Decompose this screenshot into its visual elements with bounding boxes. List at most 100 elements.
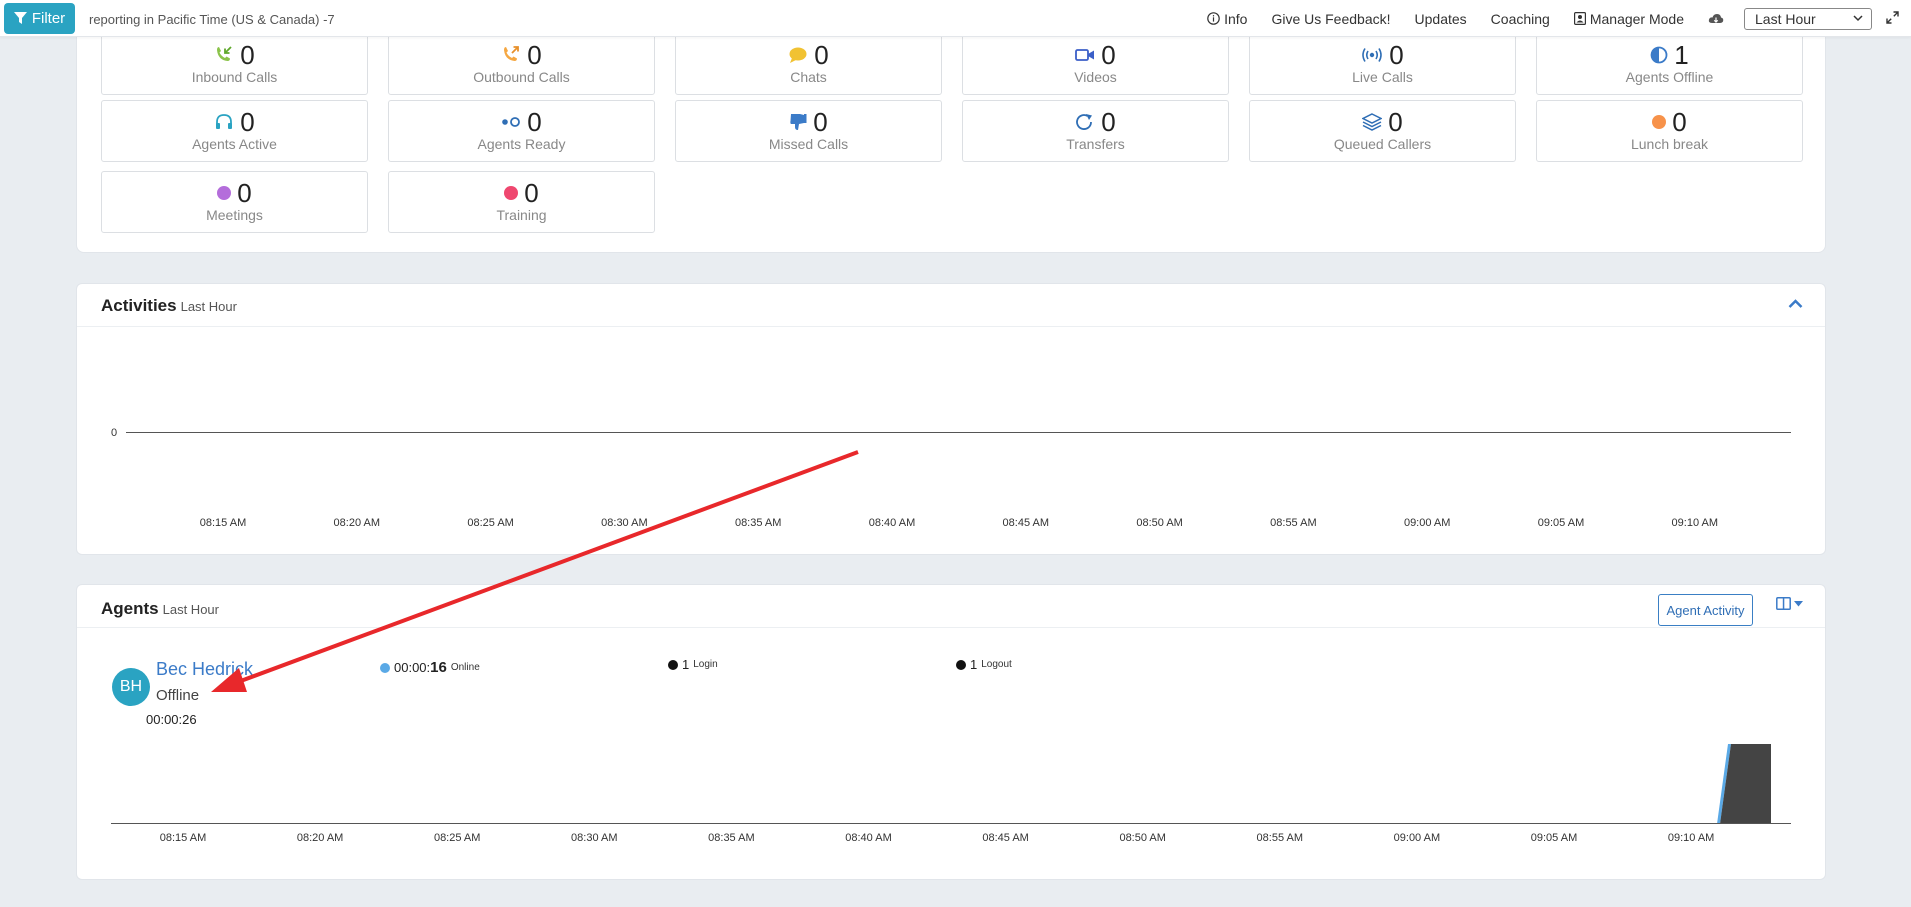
stat-card-lunch-break[interactable]: 0 Lunch break [1536,100,1803,162]
stat-card-chats[interactable]: 0 Chats [675,33,942,95]
x-axis-tick-label: 08:50 AM [1136,517,1183,529]
chevron-down-icon [1853,15,1863,22]
agents-title: Agents [101,599,159,618]
filter-label: Filter [31,10,66,27]
x-axis-tick-label: 08:50 AM [1119,832,1166,844]
x-axis-tick-label: 09:10 AM [1667,832,1715,844]
stat-card-meetings[interactable]: 0 Meetings [101,171,368,233]
x-axis-tick-label: 08:35 AM [708,832,755,844]
agents-header: Agents Last Hour [101,599,219,619]
stat-card-live-calls[interactable]: 0 Live Calls [1249,33,1516,95]
x-axis-tick-label: 09:05 AM [1537,517,1585,529]
stat-value: 1 [1674,40,1689,70]
x-axis-tick-label: 08:15 AM [159,832,207,844]
period-select[interactable]: Last Hour [1744,7,1872,30]
training-dot-icon [504,186,519,200]
online-dot-icon [380,662,390,673]
layers-icon [1362,113,1383,131]
filter-button[interactable]: Filter [4,3,75,34]
broadcast-icon [1362,48,1383,62]
legend-login: 1 Login [668,657,718,672]
stat-card-missed-calls[interactable]: 0 Missed Calls [675,100,942,162]
stat-card-agents-ready[interactable]: 0 Agents Ready [388,100,655,162]
outbound-call-icon [504,46,520,61]
stat-label: Missed Calls [768,136,849,152]
columns-toggle[interactable] [1776,597,1803,610]
legend-logout: 1 Logout [956,657,1012,672]
avatar[interactable]: BH [112,668,150,706]
activities-panel: Activities Last Hour 0 08:15 AM 08:20 AM 0… [76,283,1826,555]
stat-card-agents-active[interactable]: 0 Agents Active [101,100,368,162]
stat-card-agents-offline[interactable]: 1 Agents Offline [1536,33,1803,95]
manager-mode-link[interactable]: Manager Mode [1573,11,1684,27]
agent-activity-button[interactable]: Agent Activity [1658,594,1753,626]
toggle-dots-icon [502,117,521,127]
stat-label: Training [496,207,547,223]
chat-bubble-icon [789,47,807,63]
x-axis-tick-label: 08:35 AM [734,517,782,529]
stat-value: 0 [814,40,829,70]
legend-logout-count: 1 [970,657,978,672]
expand-icon[interactable] [1886,10,1899,27]
stat-label: Queued Callers [1333,136,1432,152]
stat-label: Live Calls [1352,69,1413,85]
stat-card-outbound-calls[interactable]: 0 Outbound Calls [388,33,655,95]
stat-value: 0 [1389,40,1404,70]
x-axis-tick-label: 08:45 AM [1002,517,1050,529]
x-axis-tick-label: 08:55 AM [1270,517,1317,529]
legend-logout-label: Logout [981,659,1012,670]
activities-header: Activities Last Hour [101,296,237,316]
x-axis-tick-label: 09:00 AM [1393,832,1441,844]
x-axis-tick-label: 08:40 AM [868,517,916,529]
stat-label: Agents Ready [477,136,566,152]
headset-icon [216,114,233,129]
inbound-call-icon [217,46,232,61]
stat-card-training[interactable]: 0 Training [388,171,655,233]
stat-card-queued-callers[interactable]: 0 Queued Callers [1249,100,1516,162]
legend-login-count: 1 [682,657,690,672]
stat-card-inbound-calls[interactable]: 0 Inbound Calls [101,33,368,95]
agents-baseline [111,823,1791,824]
feedback-link[interactable]: Give Us Feedback! [1271,11,1390,27]
stat-label: Outbound Calls [473,69,570,85]
legend-online-time: 00:00:16 [394,659,447,676]
redo-arrow-icon [1076,114,1093,130]
manager-mode-icon [1573,12,1586,25]
stat-value: 0 [1101,107,1116,137]
caret-down-icon [1794,600,1803,606]
cloud-download-icon[interactable] [1708,13,1724,25]
login-dot-icon [668,659,678,670]
x-axis-tick-label: 09:05 AM [1530,832,1578,844]
info-icon [1207,12,1220,25]
legend-online-label: Online [450,662,480,673]
agent-status-duration: 00:00:26 [146,712,197,727]
x-axis-tick-label: 08:40 AM [845,832,892,844]
x-axis-tick-label: 09:10 AM [1671,517,1719,529]
lunch-break-dot-icon [1652,115,1667,129]
chevron-up-icon[interactable] [1788,296,1803,314]
period-select-value: Last Hour [1755,10,1816,27]
stat-card-videos[interactable]: 0 Videos [962,33,1229,95]
stat-value: 0 [527,40,542,70]
x-axis-tick-label: 09:00 AM [1403,517,1451,529]
top-bar: Filter reporting in Pacific Time (US & C… [0,0,1911,37]
activities-title: Activities [101,296,177,315]
timezone-text: reporting in Pacific Time (US & Canada) … [89,12,335,27]
stat-card-transfers[interactable]: 0 Transfers [962,100,1229,162]
agent-name-link[interactable]: Bec Hedrick [156,659,253,680]
stat-label: Lunch break [1630,136,1709,152]
x-axis-tick-label: 08:15 AM [199,517,247,529]
stat-label: Transfers [1066,136,1125,152]
stat-label: Inbound Calls [191,69,278,85]
stat-label: Agents Offline [1625,69,1714,85]
updates-link[interactable]: Updates [1415,11,1467,27]
logout-dot-icon [956,659,966,670]
info-link[interactable]: Info [1207,11,1247,27]
coaching-link[interactable]: Coaching [1491,11,1550,27]
agent-status: Offline [156,687,200,704]
zero-baseline [126,432,1791,433]
y-axis-zero-label: 0 [111,427,118,439]
stat-value: 0 [237,178,252,208]
half-circle-icon [1650,46,1668,64]
columns-icon [1776,597,1791,610]
